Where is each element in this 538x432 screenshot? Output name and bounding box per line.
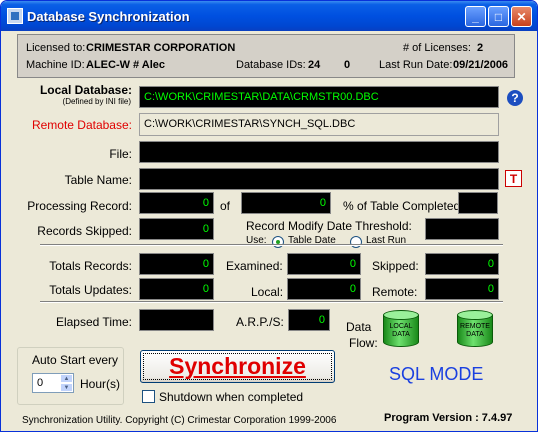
examined-field[interactable]: 0	[287, 253, 361, 275]
records-skipped-label: Records Skipped:	[37, 224, 132, 238]
table-name-field[interactable]	[139, 168, 499, 190]
pct-completed-label: % of Table Completed:	[343, 199, 464, 213]
last-run-label: Last Run Date:	[379, 59, 453, 71]
examined-label: Examined:	[226, 259, 283, 273]
arps-field[interactable]: 0	[288, 309, 330, 331]
remote-data-cylinder-icon: REMOTE DATA	[457, 310, 493, 352]
database-id-1: 24	[308, 59, 321, 71]
pct-completed-field[interactable]	[458, 192, 498, 214]
remote-database-label: Remote Database:	[31, 118, 132, 132]
totals-updates-field[interactable]: 0	[139, 278, 214, 300]
data-flow-label-2: Flow:	[349, 336, 378, 350]
licenses-label: # of Licenses:	[403, 42, 471, 54]
close-button[interactable]: ✕	[511, 6, 532, 27]
table-name-label: Table Name:	[64, 173, 132, 187]
processing-total-field[interactable]: 0	[241, 192, 331, 214]
remote-database-field[interactable]: C:\WORK\CRIMESTAR\SYNCH_SQL.DBC	[139, 113, 499, 136]
last-run-radio[interactable]	[350, 236, 362, 248]
client-area: Licensed to: CRIMESTAR CORPORATION # of …	[4, 31, 534, 428]
totals-updates-label: Totals Updates:	[49, 283, 132, 297]
shutdown-checkbox[interactable]	[142, 390, 155, 403]
licenses-value: 2	[477, 42, 484, 54]
local-database-field[interactable]: C:\WORK\CRIMESTAR\DATA\CRMSTR00.DBC	[139, 86, 499, 108]
data-flow-label-1: Data	[346, 320, 372, 334]
shutdown-label[interactable]: Shutdown when completed	[159, 390, 303, 404]
separator-1	[40, 244, 503, 246]
local-database-label: Local Database:	[39, 83, 132, 97]
remote-data-label-2: DATA	[466, 331, 484, 338]
main-window: Database Synchronization _ □ ✕ Licensed …	[0, 0, 538, 432]
license-panel: Licensed to: CRIMESTAR CORPORATION # of …	[17, 34, 515, 78]
hours-label: Hour(s)	[80, 377, 121, 391]
file-label: File:	[109, 147, 132, 161]
local-data-cylinder-icon: LOCAL DATA	[383, 310, 419, 352]
spin-down-icon[interactable]: ▼	[60, 383, 73, 392]
auto-start-value: 0	[37, 377, 44, 389]
elapsed-time-field[interactable]	[139, 309, 214, 331]
auto-start-label: Auto Start every	[32, 353, 119, 367]
remote-updates-label: Remote:	[372, 285, 418, 299]
separator-2	[40, 301, 503, 303]
window-title: Database Synchronization	[27, 9, 190, 24]
minimize-button[interactable]: _	[465, 6, 486, 27]
local-updates-field[interactable]: 0	[287, 278, 361, 300]
table-t-icon[interactable]: T	[505, 170, 522, 187]
database-id-2: 0	[344, 59, 351, 71]
auto-start-spinner[interactable]: 0 ▲ ▼	[32, 373, 74, 393]
last-run-value: 09/21/2006	[453, 59, 509, 71]
remote-updates-field[interactable]: 0	[425, 278, 499, 300]
help-icon[interactable]: ?	[507, 90, 523, 106]
synchronize-button[interactable]: Synchronize	[140, 350, 335, 383]
licensed-to-value: CRIMESTAR CORPORATION	[86, 42, 236, 54]
maximize-button[interactable]: □	[488, 6, 509, 27]
spin-up-icon[interactable]: ▲	[60, 374, 73, 383]
local-data-label-2: DATA	[392, 331, 410, 338]
processing-record-field[interactable]: 0	[139, 192, 214, 214]
records-skipped-field[interactable]: 0	[139, 218, 214, 240]
local-data-label-1: LOCAL	[389, 323, 413, 330]
app-icon	[7, 8, 23, 24]
file-field[interactable]	[139, 141, 499, 163]
synchronize-button-label: Synchronize	[169, 353, 306, 379]
program-version: Program Version : 7.4.97	[384, 412, 513, 424]
table-date-radio[interactable]	[272, 236, 284, 248]
threshold-label: Record Modify Date Threshold:	[246, 219, 412, 233]
database-ids-label: Database IDs:	[236, 59, 306, 71]
sql-mode-label: SQL MODE	[389, 364, 484, 384]
threshold-field[interactable]	[425, 218, 499, 240]
totals-records-label: Totals Records:	[49, 259, 132, 273]
elapsed-time-label: Elapsed Time:	[55, 315, 132, 329]
skipped-label: Skipped:	[372, 259, 419, 273]
machine-id-value: ALEC-W # Alec	[86, 59, 166, 71]
copyright-text: Synchronization Utility. Copyright (C) C…	[22, 415, 337, 426]
totals-records-field[interactable]: 0	[139, 253, 214, 275]
remote-data-label-1: REMOTE	[460, 323, 490, 330]
machine-id-label: Machine ID:	[26, 59, 85, 71]
title-bar[interactable]: Database Synchronization _ □ ✕	[1, 1, 537, 31]
arps-label: A.R.P./S:	[236, 315, 284, 329]
licensed-to-label: Licensed to:	[26, 42, 86, 54]
skipped-field[interactable]: 0	[425, 253, 499, 275]
local-database-sublabel: (Defined by INI file)	[62, 97, 131, 106]
local-updates-label: Local:	[251, 285, 284, 299]
processing-record-label: Processing Record:	[27, 199, 132, 213]
of-label: of	[220, 199, 231, 213]
